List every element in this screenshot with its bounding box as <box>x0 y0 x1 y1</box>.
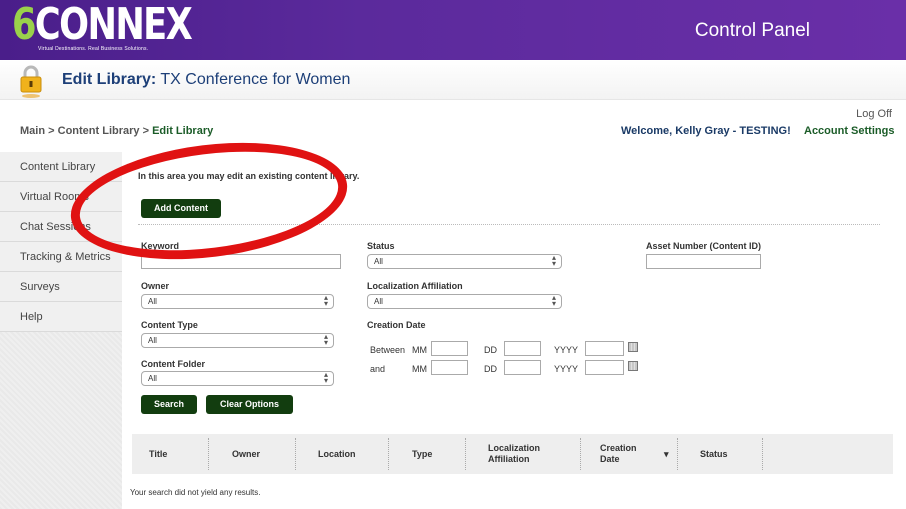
results-table-header: Title Owner Location Type Localization A… <box>132 434 893 474</box>
breadcrumb-main[interactable]: Main <box>20 125 45 137</box>
start-month-input[interactable] <box>431 341 468 356</box>
account-settings-link[interactable]: Account Settings <box>804 125 894 137</box>
column-title[interactable]: Title <box>149 434 167 474</box>
breadcrumb-current: Edit Library <box>152 125 214 137</box>
sidebar-item-content-library[interactable]: Content Library <box>0 152 122 182</box>
content-type-select[interactable]: All ▴ ▾ <box>141 333 334 348</box>
welcome-text: Welcome, Kelly Gray - TESTING! <box>621 125 791 137</box>
sidebar-item-chat-sessions[interactable]: Chat Sessions <box>0 212 122 242</box>
status-select[interactable]: All ▴ ▾ <box>367 254 562 269</box>
asset-number-input[interactable] <box>646 254 761 269</box>
year-label: YYYY <box>554 345 579 355</box>
logo: 6CONNEX Virtual Destinations. Real Busin… <box>12 0 236 53</box>
column-owner[interactable]: Owner <box>232 434 260 474</box>
breadcrumb-separator: > <box>142 125 150 137</box>
owner-select-value: All <box>148 297 157 306</box>
breadcrumb: Main > Content Library > Edit Library <box>20 125 213 137</box>
column-localization-affiliation[interactable]: Localization Affiliation <box>488 434 568 474</box>
column-creation-date[interactable]: Creation Date <box>600 434 650 474</box>
localization-label: Localization Affiliation <box>367 281 463 291</box>
sidebar-item-virtual-rooms[interactable]: Virtual Rooms <box>0 182 122 212</box>
year-label: YYYY <box>554 364 579 374</box>
localization-select-value: All <box>374 297 383 306</box>
sidebar-item-surveys[interactable]: Surveys <box>0 272 122 302</box>
clear-options-button[interactable]: Clear Options <box>206 395 293 414</box>
column-location[interactable]: Location <box>318 434 356 474</box>
month-label: MM <box>412 345 427 355</box>
column-divider <box>465 438 466 470</box>
select-arrow-icon: ▴ ▾ <box>323 293 328 308</box>
page-title: Edit Library: TX Conference for Women <box>62 71 350 89</box>
start-year-input[interactable] <box>585 341 624 356</box>
between-label: Between <box>370 345 406 355</box>
localization-select[interactable]: All ▴ ▾ <box>367 294 562 309</box>
page-title-name: TX Conference for Women <box>160 71 351 88</box>
breadcrumb-separator: > <box>48 125 55 137</box>
status-select-value: All <box>374 257 383 266</box>
start-day-input[interactable] <box>504 341 541 356</box>
day-label: DD <box>484 364 497 374</box>
creation-date-label: Creation Date <box>367 320 426 330</box>
content-folder-select[interactable]: All ▴ ▾ <box>141 371 334 386</box>
calendar-icon[interactable] <box>628 342 638 352</box>
content-folder-label: Content Folder <box>141 359 205 369</box>
owner-select[interactable]: All ▴ ▾ <box>141 294 334 309</box>
divider <box>138 224 880 225</box>
column-status[interactable]: Status <box>700 434 728 474</box>
logo-digit: 6 <box>12 0 36 50</box>
content-folder-select-value: All <box>148 374 157 383</box>
breadcrumb-content-library[interactable]: Content Library <box>58 125 140 137</box>
sidebar: Content Library Virtual Rooms Chat Sessi… <box>0 152 122 509</box>
logo-letters: CONNEX <box>34 0 193 50</box>
select-arrow-icon: ▴ ▾ <box>323 370 328 385</box>
add-content-button[interactable]: Add Content <box>141 199 221 218</box>
search-button[interactable]: Search <box>141 395 197 414</box>
end-day-input[interactable] <box>504 360 541 375</box>
intro-text: In this area you may edit an existing co… <box>138 171 360 181</box>
select-arrow-icon: ▴ ▾ <box>551 253 556 268</box>
status-label: Status <box>367 241 395 251</box>
column-divider <box>295 438 296 470</box>
keyword-input[interactable] <box>141 254 341 269</box>
lock-icon <box>20 65 42 98</box>
column-divider <box>388 438 389 470</box>
asset-number-label: Asset Number (Content ID) <box>646 241 762 251</box>
sidebar-item-tracking-metrics[interactable]: Tracking & Metrics <box>0 242 122 272</box>
end-year-input[interactable] <box>585 360 624 375</box>
sidebar-item-help[interactable]: Help <box>0 302 122 332</box>
top-header: 6CONNEX Virtual Destinations. Real Busin… <box>0 0 906 60</box>
select-arrow-icon: ▴ ▾ <box>323 332 328 347</box>
content-type-select-value: All <box>148 336 157 345</box>
content-type-label: Content Type <box>141 320 198 330</box>
and-label: and <box>370 364 386 374</box>
keyword-label: Keyword <box>141 241 180 251</box>
owner-label: Owner <box>141 281 170 291</box>
sort-down-icon[interactable]: ▾ <box>664 434 669 474</box>
end-month-input[interactable] <box>431 360 468 375</box>
page-title-prefix: Edit Library: <box>62 71 157 88</box>
column-divider <box>762 438 763 470</box>
title-bar: Edit Library: TX Conference for Women <box>0 60 906 100</box>
logoff-link[interactable]: Log Off <box>856 108 892 120</box>
no-results-message: Your search did not yield any results. <box>130 488 261 497</box>
main-panel: In this area you may edit an existing co… <box>122 152 893 509</box>
day-label: DD <box>484 345 497 355</box>
select-arrow-icon: ▴ ▾ <box>551 293 556 308</box>
control-panel-title: Control Panel <box>694 20 810 41</box>
column-divider <box>580 438 581 470</box>
month-label: MM <box>412 364 427 374</box>
column-divider <box>208 438 209 470</box>
column-divider <box>677 438 678 470</box>
column-type[interactable]: Type <box>412 434 432 474</box>
calendar-icon[interactable] <box>628 361 638 371</box>
